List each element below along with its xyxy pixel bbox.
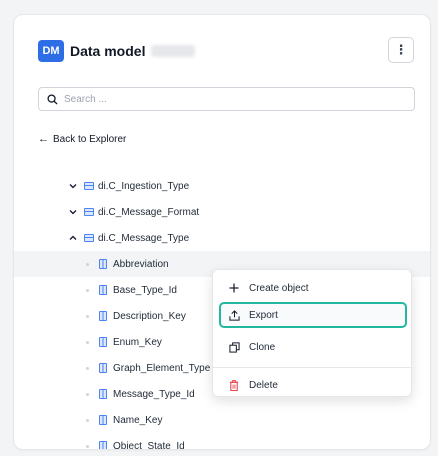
tree-table-row[interactable]: di.C_Ingestion_Type <box>14 173 430 199</box>
tree-guide-dot <box>86 418 89 422</box>
tree-guide-dot <box>86 314 89 318</box>
menu-item-label: Clone <box>249 341 276 353</box>
clone-icon <box>227 341 241 353</box>
menu-item-label: Export <box>249 309 278 321</box>
tree-guide-dot <box>86 262 89 266</box>
menu-item-create-object[interactable]: Create object <box>219 275 407 301</box>
tree-guide-dot <box>86 366 89 370</box>
table-label: di.C_Message_Type <box>98 232 190 244</box>
column-icon <box>99 285 107 295</box>
tree-table-row[interactable]: di.C_Message_Format <box>14 199 430 225</box>
search-input[interactable] <box>64 93 384 105</box>
column-icon <box>99 337 107 347</box>
back-to-explorer-link[interactable]: ← Back to Explorer <box>38 133 126 145</box>
menu-item-label: Delete <box>249 379 278 391</box>
trash-icon <box>227 379 241 391</box>
tree-guide-dot <box>86 288 89 292</box>
tree-table-row[interactable]: di.C_Message_Type <box>14 225 430 251</box>
menu-item-label: Create object <box>249 282 309 294</box>
search-field[interactable] <box>38 87 415 111</box>
more-options-button[interactable]: ⋮ <box>388 37 414 63</box>
table-label: di.C_Ingestion_Type <box>98 180 190 192</box>
menu-item-clone[interactable]: Clone <box>219 334 407 360</box>
table-icon <box>84 208 94 216</box>
data-model-panel: DM Data model ⋮ ← Back to Explorer di.C_… <box>13 14 431 450</box>
kebab-vertical-icon: ⋮ <box>394 42 408 57</box>
data-model-badge: DM <box>38 40 64 62</box>
menu-item-export[interactable]: Export <box>219 302 407 328</box>
column-label: Message_Type_Id <box>113 388 195 400</box>
context-menu: Create object Export Clone Delete <box>212 269 412 397</box>
column-icon <box>99 259 107 269</box>
column-icon <box>99 311 107 321</box>
column-label: Base_Type_Id <box>113 284 177 296</box>
column-label: Object_State_Id <box>113 440 185 450</box>
column-icon <box>99 363 107 373</box>
column-icon <box>99 415 107 425</box>
arrow-left-icon: ← <box>38 133 49 145</box>
back-link-label: Back to Explorer <box>53 133 127 145</box>
chevron-down-icon[interactable] <box>68 207 78 217</box>
tree-guide-dot <box>86 392 89 396</box>
page-title: Data model <box>70 43 146 59</box>
tree-guide-dot <box>86 444 89 448</box>
menu-divider <box>213 367 411 368</box>
panel-header: DM Data model ⋮ <box>38 37 414 65</box>
column-label: Enum_Key <box>113 336 162 348</box>
column-icon <box>99 389 107 399</box>
tree-guide-dot <box>86 340 89 344</box>
redacted-model-name <box>151 45 196 57</box>
table-icon <box>84 234 94 242</box>
menu-item-delete[interactable]: Delete <box>219 372 407 398</box>
table-label: di.C_Message_Format <box>98 206 200 218</box>
chevron-down-icon[interactable] <box>68 181 78 191</box>
column-label: Name_Key <box>113 414 163 426</box>
export-icon <box>227 309 241 321</box>
table-icon <box>84 182 94 190</box>
column-label: Description_Key <box>113 310 186 322</box>
column-label: Graph_Element_Type <box>113 362 211 374</box>
column-icon <box>99 441 107 449</box>
column-label: Abbreviation <box>113 258 169 270</box>
chevron-up-icon[interactable] <box>68 233 78 243</box>
tree-column-row[interactable]: Object_State_Id <box>14 433 430 450</box>
plus-icon <box>227 283 241 293</box>
search-icon <box>47 93 58 105</box>
tree-column-row[interactable]: Name_Key <box>14 407 430 433</box>
